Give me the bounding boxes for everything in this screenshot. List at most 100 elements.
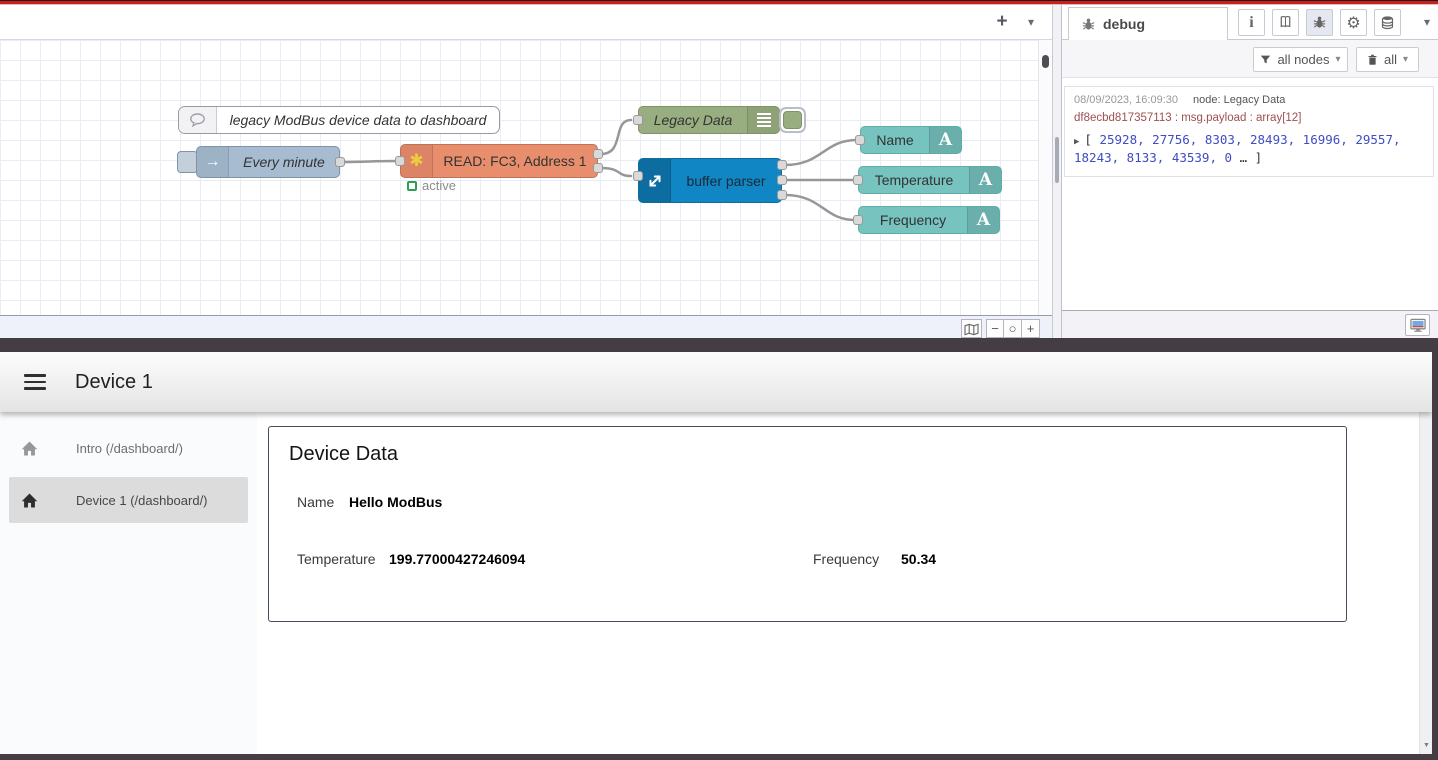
device-data-card: Device Data Name Hello ModBus Temperatur…	[268, 426, 1347, 622]
bug-icon	[1312, 15, 1327, 30]
payload-open-bracket: [	[1084, 132, 1092, 147]
config-nodes-tab-button[interactable]: ⚙	[1340, 9, 1367, 36]
debug-enable-toggle[interactable]	[779, 107, 806, 133]
inject-node-label: Every minute	[229, 147, 339, 177]
dashboard-window: Device 1 Intro (/dashboard/) Device 1 (/…	[0, 352, 1432, 754]
temperature-value: 199.77000427246094	[389, 551, 525, 567]
parser-input-port[interactable]	[633, 171, 643, 181]
inject-icon: →	[197, 147, 229, 177]
debug-payload[interactable]: ▶ [ 25928, 27756, 8303, 28493, 16996, 295…	[1074, 131, 1424, 167]
debug-toolbar: all nodes ▾ all ▾	[1062, 40, 1438, 78]
debug-source-node: node: Legacy Data	[1193, 94, 1285, 106]
sidebar-splitter[interactable]	[1052, 5, 1062, 338]
ui-text-name-label: Name	[861, 127, 929, 153]
debug-input-port[interactable]	[633, 115, 643, 125]
flow-canvas[interactable]: legacy ModBus device data to dashboard →…	[0, 40, 1052, 315]
zoom-reset-button[interactable]: ○	[1004, 319, 1022, 338]
home-icon	[20, 492, 39, 509]
debug-tab-button[interactable]	[1306, 9, 1333, 36]
zoom-out-button[interactable]: −	[986, 319, 1004, 338]
sidenav-item-intro[interactable]: Intro (/dashboard/)	[9, 425, 248, 471]
add-flow-button[interactable]: +	[991, 10, 1013, 34]
zoom-in-button[interactable]: +	[1022, 319, 1040, 338]
clear-messages-button[interactable]: all ▾	[1356, 47, 1419, 72]
parser-output-port-2[interactable]	[777, 175, 787, 185]
chevron-down-icon: ▾	[1336, 54, 1341, 65]
editor-vertical-scrollbar[interactable]	[1038, 40, 1052, 315]
modbus-read-node[interactable]: ✱ READ: FC3, Address 1	[400, 144, 598, 178]
frequency-input-port[interactable]	[853, 215, 863, 225]
scroll-down-icon[interactable]: ▼	[1420, 742, 1432, 749]
open-debug-window-button[interactable]	[1405, 314, 1430, 336]
text-a-icon: A	[969, 167, 1001, 193]
menu-hamburger-icon[interactable]	[24, 374, 46, 390]
buffer-parser-node-label: buffer parser	[671, 159, 781, 202]
parser-output-port-1[interactable]	[777, 160, 787, 170]
sidebar-footer	[1062, 310, 1438, 338]
parser-output-port-3[interactable]	[777, 190, 787, 200]
database-icon	[1380, 15, 1395, 30]
sidenav-item-label: Device 1 (/dashboard/)	[76, 493, 208, 508]
help-tab-button[interactable]	[1272, 9, 1299, 36]
debug-message-list: 08/09/2023, 16:09:30 node: Legacy Data d…	[1062, 78, 1438, 310]
tab-debug[interactable]: debug	[1068, 7, 1228, 40]
status-ok-icon	[407, 181, 417, 191]
comment-node[interactable]: legacy ModBus device data to dashboard	[178, 106, 500, 134]
editor-scrollbar-thumb[interactable]	[1042, 55, 1049, 68]
navigator-map-button[interactable]	[961, 319, 982, 338]
inject-node[interactable]: → Every minute	[196, 146, 340, 178]
debug-message-meta: 08/09/2023, 16:09:30 node: Legacy Data	[1074, 94, 1424, 106]
temperature-input-port[interactable]	[853, 175, 863, 185]
sidebar-menu-chevron-icon[interactable]: ▾	[1424, 15, 1430, 29]
bug-icon	[1081, 17, 1096, 32]
payload-numbers: 25928, 27756, 8303, 28493, 16996, 29557,…	[1074, 132, 1401, 165]
debug-timestamp: 08/09/2023, 16:09:30	[1074, 94, 1178, 106]
inject-output-port[interactable]	[335, 157, 345, 167]
debug-message[interactable]: 08/09/2023, 16:09:30 node: Legacy Data d…	[1064, 86, 1434, 177]
tab-debug-label: debug	[1103, 16, 1145, 32]
frequency-label: Frequency	[813, 551, 879, 567]
info-tab-button[interactable]: i	[1238, 9, 1265, 36]
modbus-icon: ✱	[401, 145, 433, 177]
ui-text-node-name[interactable]: Name A	[860, 126, 962, 154]
chevron-down-icon: ▾	[1403, 54, 1408, 65]
read-output-port-1[interactable]	[593, 149, 603, 159]
sidebar-tabbar: debug i ⚙ ▾	[1062, 5, 1438, 40]
book-icon	[1278, 15, 1293, 30]
splitter-grip[interactable]	[1055, 137, 1059, 183]
buffer-parser-node[interactable]: buffer parser	[638, 158, 782, 203]
ui-text-frequency-label: Frequency	[859, 207, 967, 233]
dashboard-region: Device 1 Intro (/dashboard/) Device 1 (/…	[0, 338, 1438, 760]
modbus-read-node-label: READ: FC3, Address 1	[433, 145, 597, 177]
read-input-port[interactable]	[395, 156, 405, 166]
dashboard-vertical-scrollbar[interactable]: ▲ ▼	[1419, 352, 1432, 754]
comment-node-label: legacy ModBus device data to dashboard	[217, 107, 499, 133]
flow-list-chevron-icon[interactable]: ▾	[1020, 10, 1042, 34]
frequency-value: 50.34	[901, 551, 936, 567]
trash-icon	[1367, 54, 1378, 66]
inject-trigger-button[interactable]	[177, 151, 198, 173]
payload-close-bracket: … ]	[1240, 150, 1263, 165]
monitor-icon	[1410, 318, 1426, 333]
temperature-label: Temperature	[297, 551, 376, 567]
dashboard-body: Intro (/dashboard/) Device 1 (/dashboard…	[0, 412, 1432, 754]
debug-sidebar: debug i ⚙ ▾	[1062, 5, 1438, 338]
expand-triangle-icon[interactable]: ▶	[1074, 137, 1079, 147]
debug-node[interactable]: Legacy Data	[638, 106, 780, 134]
sidenav-item-device1[interactable]: Device 1 (/dashboard/)	[9, 477, 248, 523]
read-output-port-2[interactable]	[593, 163, 603, 173]
ui-text-temperature-label: Temperature	[859, 167, 969, 193]
clear-messages-label: all	[1384, 52, 1397, 67]
editor-footer: − ○ +	[0, 315, 1052, 338]
debug-list-icon	[747, 107, 779, 133]
debug-message-path: df8ecbd817357113 : msg.payload : array[1…	[1074, 112, 1424, 124]
filter-nodes-label: all nodes	[1277, 52, 1329, 67]
ui-text-node-frequency[interactable]: Frequency A	[858, 206, 1000, 234]
filter-nodes-button[interactable]: all nodes ▾	[1253, 47, 1348, 72]
context-data-tab-button[interactable]	[1374, 9, 1401, 36]
dashboard-sidenav: Intro (/dashboard/) Device 1 (/dashboard…	[0, 412, 257, 754]
dashboard-page-title: Device 1	[75, 352, 153, 412]
name-input-port[interactable]	[855, 135, 865, 145]
ui-text-node-temperature[interactable]: Temperature A	[858, 166, 1002, 194]
card-title: Device Data	[289, 443, 398, 466]
